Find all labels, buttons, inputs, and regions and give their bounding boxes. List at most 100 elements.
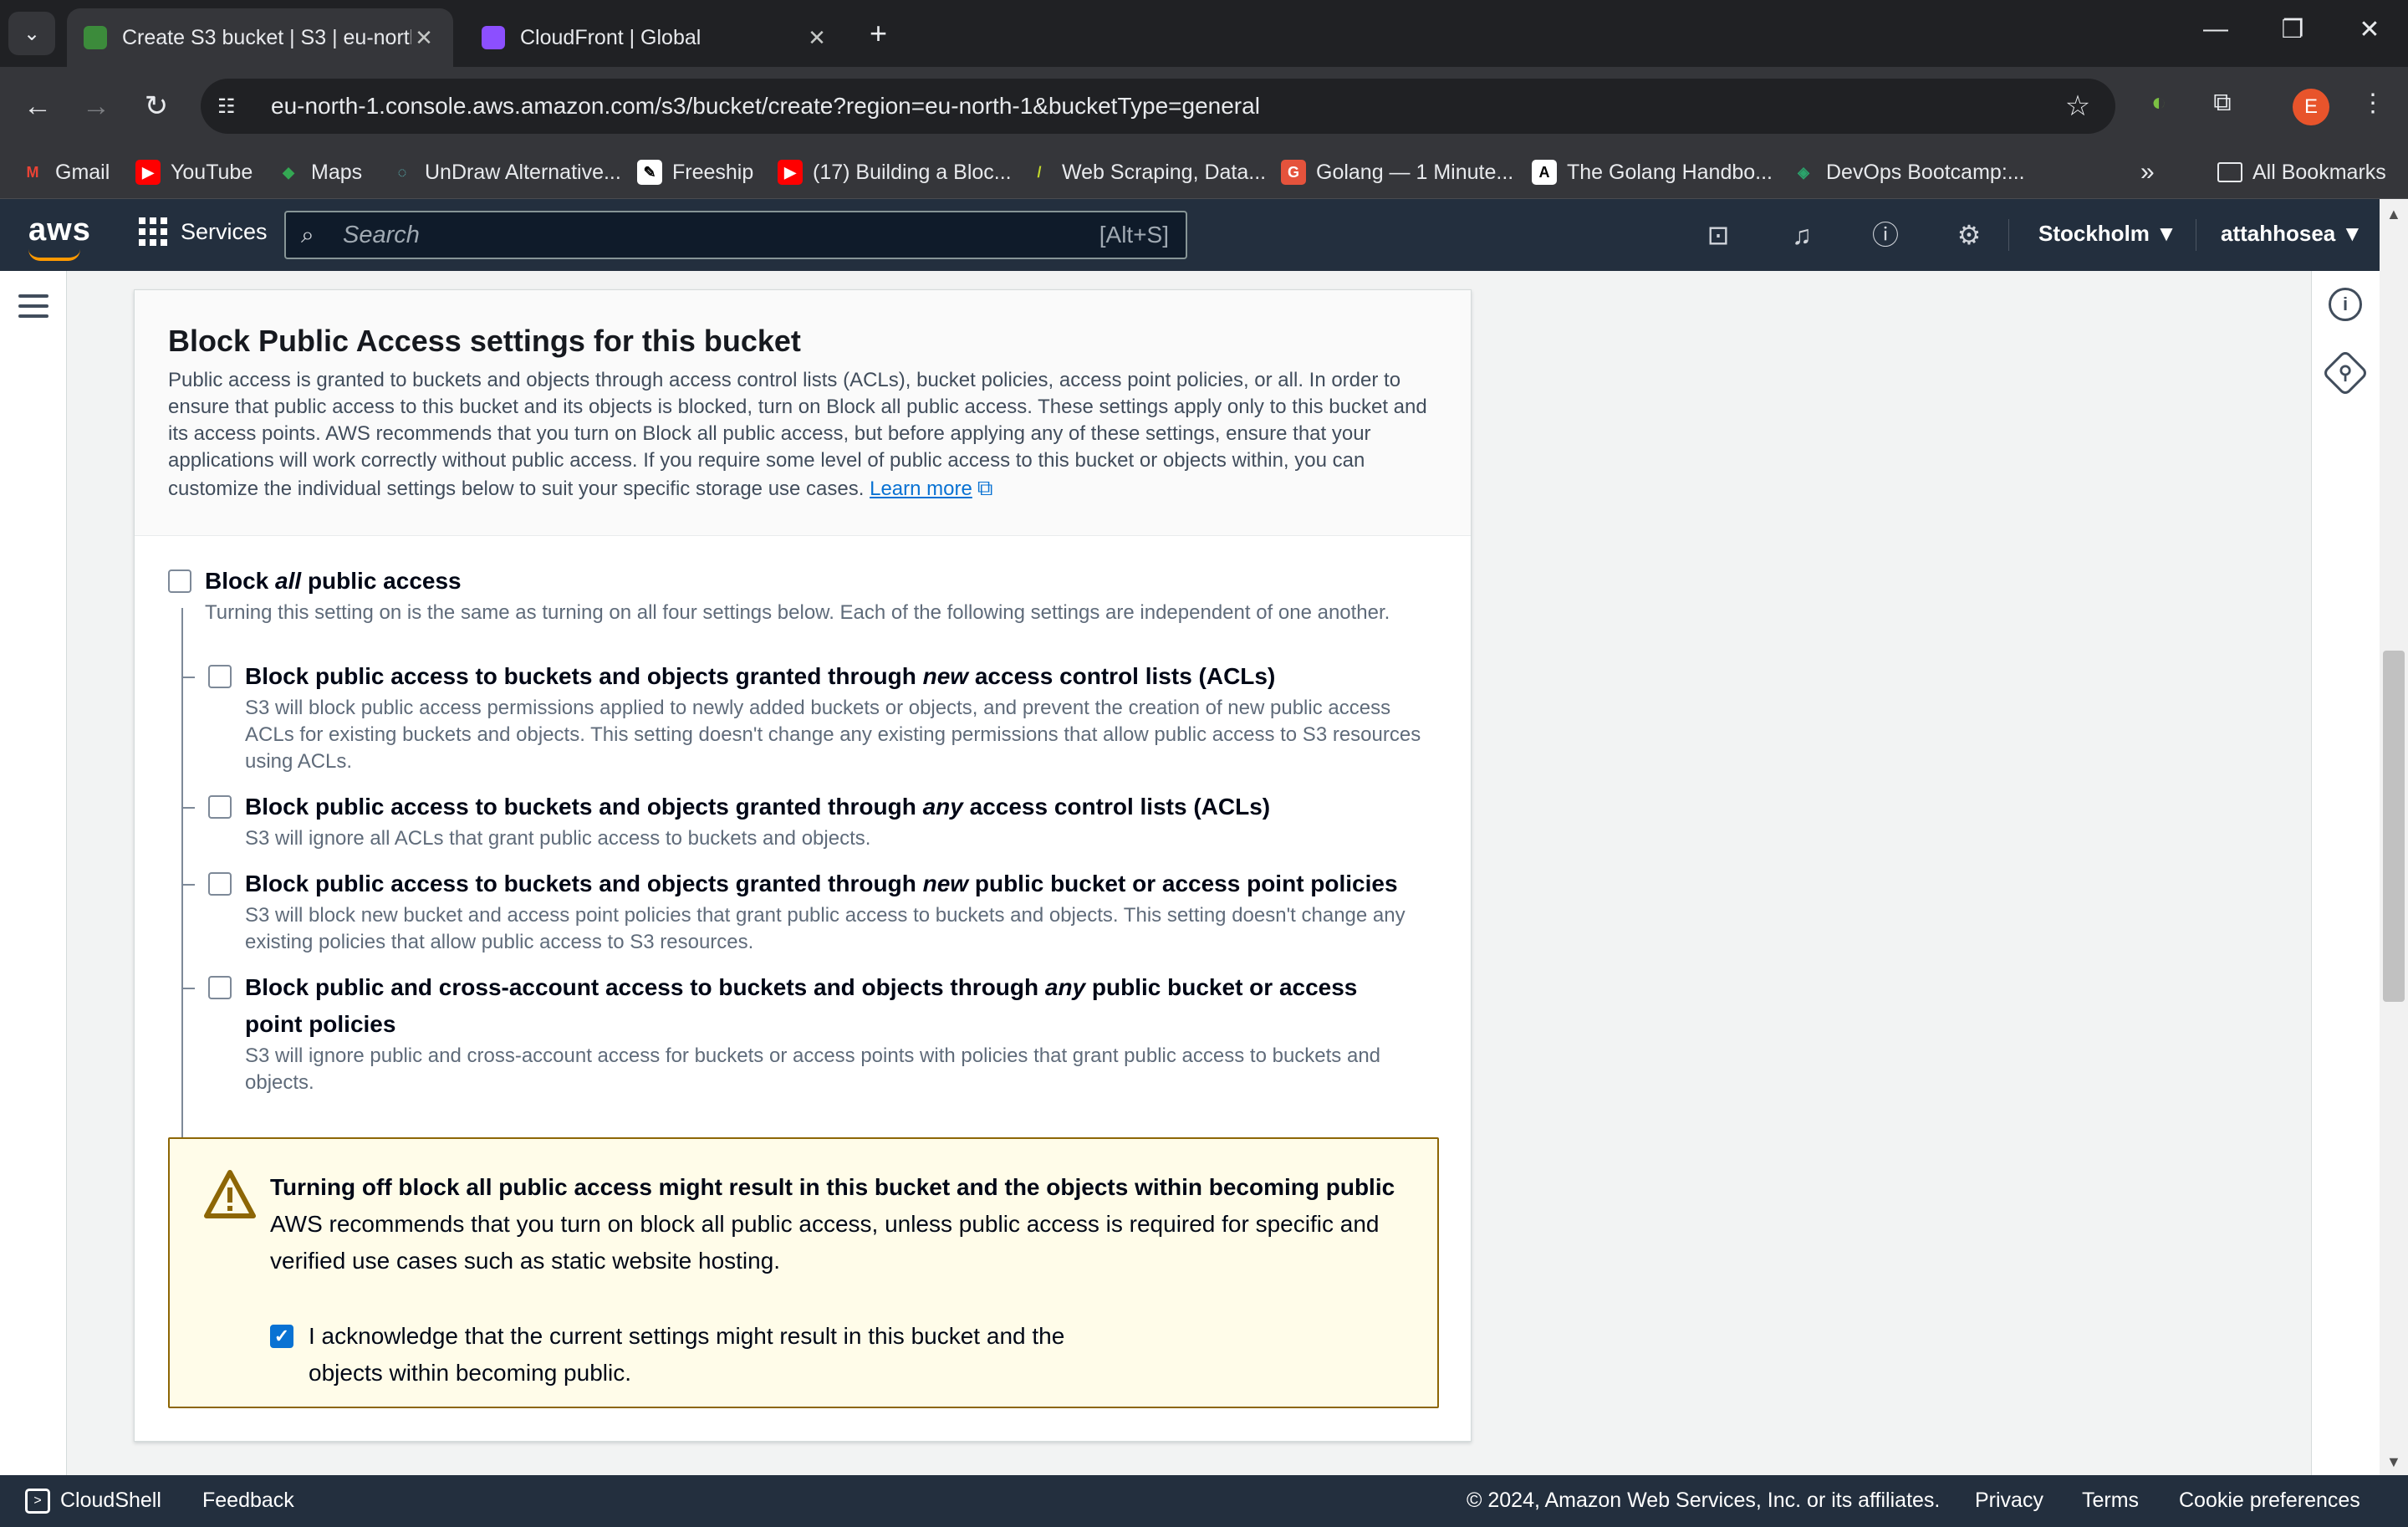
tree-branch <box>181 807 195 809</box>
back-icon[interactable]: ← <box>17 85 59 127</box>
security-hexagon-icon[interactable]: ⚲ <box>2321 349 2370 397</box>
folder-icon <box>2217 162 2242 182</box>
block-public-access-panel: Block Public Access settings for this bu… <box>134 289 1472 1442</box>
scrollbar-thumb[interactable] <box>2383 651 2405 1002</box>
maps-icon: ◆ <box>283 163 294 181</box>
tree-branch <box>181 884 195 886</box>
bookmark-star-icon[interactable]: ☆ <box>2057 89 2099 123</box>
bookmark-gmail[interactable]: M Gmail <box>20 157 110 187</box>
browser-tab-strip: ⌄ Create S3 bucket | S3 | eu-north-1 ✕ C… <box>0 0 2408 67</box>
services-grid-icon <box>139 217 167 246</box>
right-tools-rail: i ⚲ <box>2311 271 2380 1475</box>
bookmark-devops-bootcamp[interactable]: ◈ DevOps Bootcamp:... <box>1791 157 2025 187</box>
privacy-link[interactable]: Privacy <box>1975 1489 2043 1513</box>
acknowledge-label[interactable]: I acknowledge that the current settings … <box>309 1318 1145 1392</box>
tab-close-icon[interactable]: ✕ <box>804 25 829 51</box>
tab-title: CloudFront | Global <box>520 25 701 49</box>
window-close-icon[interactable]: ✕ <box>2344 15 2395 44</box>
notifications-bell-icon[interactable]: ♫ <box>1784 217 1819 253</box>
webscraping-icon: / <box>1037 163 1042 181</box>
tab-cloudfront[interactable]: CloudFront | Global ✕ <box>465 8 846 67</box>
address-bar[interactable]: ☷ eu-north-1.console.aws.amazon.com/s3/b… <box>201 79 2115 134</box>
bookmark-youtube[interactable]: ▶ YouTube <box>135 157 253 187</box>
devops-icon: ◈ <box>1798 163 1809 181</box>
block-all-description: Turning this setting on is the same as t… <box>205 601 1390 624</box>
scroll-down-arrow-icon[interactable]: ▼ <box>2386 1453 2401 1471</box>
tab-title: Create S3 bucket | S3 | eu-north-1 <box>122 25 411 49</box>
bookmark-golang-handbook[interactable]: A The Golang Handbo... <box>1532 157 1773 187</box>
acknowledge-checkbox[interactable]: ✓ <box>270 1325 293 1348</box>
bookmark-building-a-bloc[interactable]: ▶ (17) Building a Bloc... <box>778 157 1012 187</box>
search-icon: ⌕ <box>301 221 314 248</box>
site-info-icon[interactable]: ☷ <box>217 94 251 119</box>
panel-header: Block Public Access settings for this bu… <box>135 290 1471 536</box>
block-all-checkbox[interactable] <box>168 569 191 593</box>
block-new-acls-checkbox[interactable] <box>208 665 232 688</box>
block-new-policies-label[interactable]: Block public access to buckets and objec… <box>245 866 1449 902</box>
learn-more-link[interactable]: Learn more ⧉ <box>870 475 992 500</box>
page-scrollbar[interactable]: ▲ ▼ <box>2380 199 2408 1475</box>
bookmark-freeship[interactable]: ✎ Freeship <box>637 157 753 187</box>
bookmark-maps[interactable]: ◆ Maps <box>276 157 362 187</box>
profile-avatar[interactable]: E <box>2293 89 2329 125</box>
cookie-preferences-link[interactable]: Cookie preferences <box>2179 1489 2360 1513</box>
aws-logo[interactable]: aws <box>28 212 91 248</box>
block-cross-account-label[interactable]: Block public and cross-account access to… <box>245 969 1399 1043</box>
browser-menu-icon[interactable]: ⋮ <box>2354 89 2391 125</box>
gmail-icon: M <box>26 163 39 181</box>
search-shortcut-hint: [Alt+S] <box>1099 222 1169 248</box>
bookmark-undraw[interactable]: ◌ UnDraw Alternative... <box>390 157 621 187</box>
url-text[interactable]: eu-north-1.console.aws.amazon.com/s3/buc… <box>271 93 2057 120</box>
block-new-policies-description: S3 will block new bucket and access poin… <box>245 904 1406 953</box>
bookmarks-overflow-button[interactable]: » <box>2140 157 2155 187</box>
block-cross-account-description: S3 will ignore public and cross-account … <box>245 1044 1381 1094</box>
external-link-icon: ⧉ <box>977 475 993 500</box>
panel-description: Public access is granted to buckets and … <box>168 369 1427 500</box>
block-all-label[interactable]: Block all public access <box>205 563 462 600</box>
cloudshell-icon[interactable]: ⊡ <box>1701 217 1736 253</box>
block-any-acls-label[interactable]: Block public access to buckets and objec… <box>245 789 1449 825</box>
minimize-icon[interactable]: — <box>2191 15 2241 43</box>
scroll-up-arrow-icon[interactable]: ▲ <box>2386 206 2401 223</box>
header-divider <box>2008 219 2009 251</box>
tab-search-button[interactable]: ⌄ <box>8 12 55 55</box>
account-menu[interactable]: attahhosea ▼ <box>2221 221 2363 247</box>
youtube-icon: ▶ <box>778 160 803 185</box>
panel-title: Block Public Access settings for this bu… <box>168 324 801 358</box>
forward-icon[interactable]: → <box>75 85 117 127</box>
block-new-acls-description: S3 will block public access permissions … <box>245 697 1421 773</box>
settings-gear-icon[interactable]: ⚙ <box>1951 217 1987 253</box>
block-any-acls-checkbox[interactable] <box>208 795 232 819</box>
help-icon[interactable]: ⓘ <box>1868 217 1903 253</box>
terms-link[interactable]: Terms <box>2082 1489 2139 1513</box>
block-new-acls-label[interactable]: Block public access to buckets and objec… <box>245 658 1449 695</box>
warning-triangle-icon <box>204 1170 256 1218</box>
warning-body: AWS recommends that you turn on block al… <box>270 1211 1380 1274</box>
feedback-link[interactable]: Feedback <box>202 1489 294 1513</box>
bookmark-web-scraping[interactable]: / Web Scraping, Data... <box>1027 157 1266 187</box>
extension-icon[interactable]: ◐ <box>2140 89 2177 125</box>
tab-close-icon[interactable]: ✕ <box>411 25 436 51</box>
region-selector[interactable]: Stockholm ▼ <box>2038 221 2177 247</box>
info-panel-icon[interactable]: i <box>2329 288 2362 321</box>
restore-icon[interactable]: ❐ <box>2268 15 2318 44</box>
services-menu-button[interactable]: Services <box>139 217 268 246</box>
hamburger-menu-icon[interactable] <box>18 294 48 324</box>
aws-search-input[interactable]: ⌕ Search [Alt+S] <box>284 211 1187 259</box>
block-new-policies-checkbox[interactable] <box>208 872 232 896</box>
console-footer: > CloudShell Feedback © 2024, Amazon Web … <box>0 1475 2408 1527</box>
reload-icon[interactable]: ↻ <box>135 85 177 127</box>
block-any-acls-description: S3 will ignore all ACLs that grant publi… <box>245 827 871 850</box>
left-navigation-rail <box>0 271 67 1475</box>
bookmark-golang-1-minute[interactable]: G Golang — 1 Minute... <box>1281 157 1513 187</box>
youtube-icon: ▶ <box>135 160 161 185</box>
all-bookmarks-button[interactable]: All Bookmarks <box>2217 157 2386 187</box>
copyright-text: © 2024, Amazon Web Services, Inc. or its… <box>1467 1489 1941 1512</box>
aws-top-navigation: aws Services ⌕ Search [Alt+S] ⊡ ♫ ⓘ ⚙ St… <box>0 199 2408 271</box>
new-tab-button[interactable]: + <box>870 17 887 50</box>
cloudshell-button[interactable]: > CloudShell <box>25 1489 161 1514</box>
bookmarks-bar: M Gmail ▶ YouTube ◆ Maps ◌ UnDraw Altern… <box>0 146 2408 199</box>
block-cross-account-checkbox[interactable] <box>208 976 232 999</box>
tab-create-s3-bucket[interactable]: Create S3 bucket | S3 | eu-north-1 ✕ <box>67 8 453 67</box>
extensions-puzzle-icon[interactable]: ⧉ <box>2204 89 2241 125</box>
